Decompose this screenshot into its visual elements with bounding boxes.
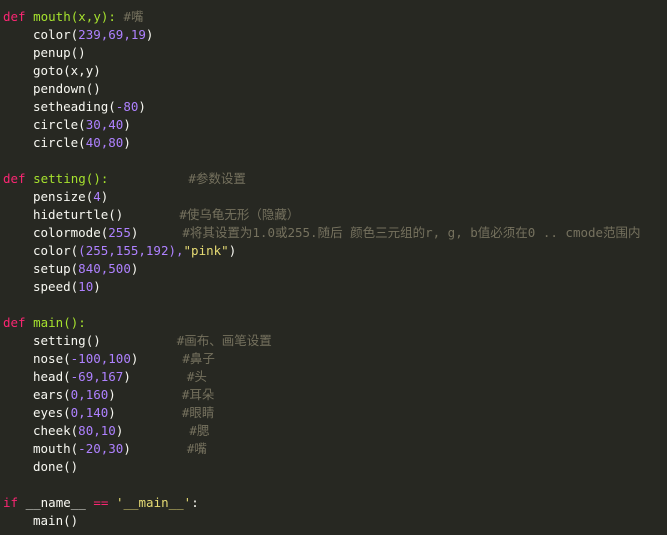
keyword: def [3,315,26,330]
call-args: 0,140 [70,405,109,420]
code-line: ears(0,160) #耳朵 [33,387,215,402]
code-line: penup() [33,45,86,60]
call-args: -69,167 [70,369,124,384]
code-line: def mouth(x,y): #嘴 [0,8,667,26]
string-literal: "pink" [183,243,229,258]
code-line: setup(840,500) [33,261,139,276]
call-name: eyes [33,405,64,420]
call-expression: main() [33,513,79,528]
call-name: colormode [33,225,101,240]
call-name: nose [33,351,64,366]
call-args: -80 [115,99,139,114]
code-line: done() [33,459,79,474]
call-name: circle [33,117,79,132]
code-line: circle(40,80) [33,135,131,150]
identifier: __name__ [25,495,86,510]
call-args: 4 [93,189,101,204]
call-name: setting [33,333,86,348]
keyword: def [3,171,26,186]
call-args: 80,10 [78,423,116,438]
call-name: penup [33,45,71,60]
call-args: (255,155,192), [78,243,184,258]
params: (x,y): [70,9,116,24]
code-line: color((255,155,192),"pink") [33,243,237,258]
comment: #将其设置为1.0或255.随后 颜色三元组的r, g, b值必须在0 .. c… [182,225,641,240]
comment: #耳朵 [181,387,215,402]
code-line: nose(-100,100) #鼻子 [33,351,215,366]
code-line: pensize(4) [33,189,109,204]
call-name: mouth [33,441,71,456]
code-line: eyes(0,140) #眼睛 [33,405,215,420]
keyword: if [3,495,19,510]
string-literal: '__main__' [115,495,192,510]
code-line: cheek(80,10) #腮 [33,423,210,438]
call-args: 30,40 [85,117,124,132]
code-line: colormode(255) #将其设置为1.0或255.随后 颜色三元组的r, … [33,225,641,240]
code-editor[interactable]: def mouth(x,y): #嘴 color(239,69,19) penu… [0,0,667,535]
call-name: speed [33,279,71,294]
call-name: done [33,459,64,474]
comment: #鼻子 [182,351,215,366]
call-name: goto [33,63,64,78]
call-name: setheading [33,99,109,114]
call-args: 10 [78,279,94,294]
code-line: hideturtle() #使乌龟无形（隐藏） [33,207,300,222]
comment: #嘴 [186,441,207,456]
call-name: circle [33,135,79,150]
code-line: mouth(-20,30) #嘴 [33,441,207,456]
code-line: color(239,69,19) [33,27,154,42]
code-line: circle(30,40) [33,117,131,132]
code-line: speed(10) [33,279,101,294]
code-line: setheading(-80) [33,99,146,114]
call-name: pensize [33,189,86,204]
params: (): [85,171,109,186]
call-name: ears [33,387,64,402]
call-args: -100,100 [70,351,131,366]
comment: #头 [186,369,207,384]
operator: == [93,495,109,510]
comment: #腮 [189,423,210,438]
keyword: def [3,9,26,24]
params: (): [63,315,86,330]
code-line: head(-69,167) #头 [33,369,207,384]
call-args: 0,160 [70,387,109,402]
code-line: if __name__ == '__main__': [0,494,667,512]
call-args: 40,80 [85,135,124,150]
comment: #嘴 [123,9,144,24]
comment: #参数设置 [188,171,246,186]
call-args: 239,69,19 [78,27,146,42]
code-line: goto(x,y) [33,63,101,78]
code-line: def setting(): #参数设置 [0,170,667,188]
call-name: pendown [33,81,86,96]
call-args: 840,500 [78,261,131,276]
call-name: hideturtle [33,207,109,222]
call-args: -20,30 [78,441,124,456]
function-name: setting [33,171,86,186]
code-line: def main(): [0,314,667,332]
function-name: main [33,315,64,330]
call-name: color [33,243,71,258]
call-args: x,y [70,63,94,78]
code-line: pendown() [33,81,101,96]
code-line: setting() #画布、画笔设置 [33,333,272,348]
comment: #使乌龟无形（隐藏） [179,207,300,222]
call-name: head [33,369,64,384]
call-name: cheek [33,423,71,438]
code-line: main() [0,512,667,530]
call-args: 255 [108,225,131,240]
call-name: setup [33,261,71,276]
function-name: mouth [33,9,71,24]
call-name: color [33,27,71,42]
comment: #画布、画笔设置 [176,333,272,348]
comment: #眼睛 [181,405,215,420]
colon: : [191,495,199,510]
